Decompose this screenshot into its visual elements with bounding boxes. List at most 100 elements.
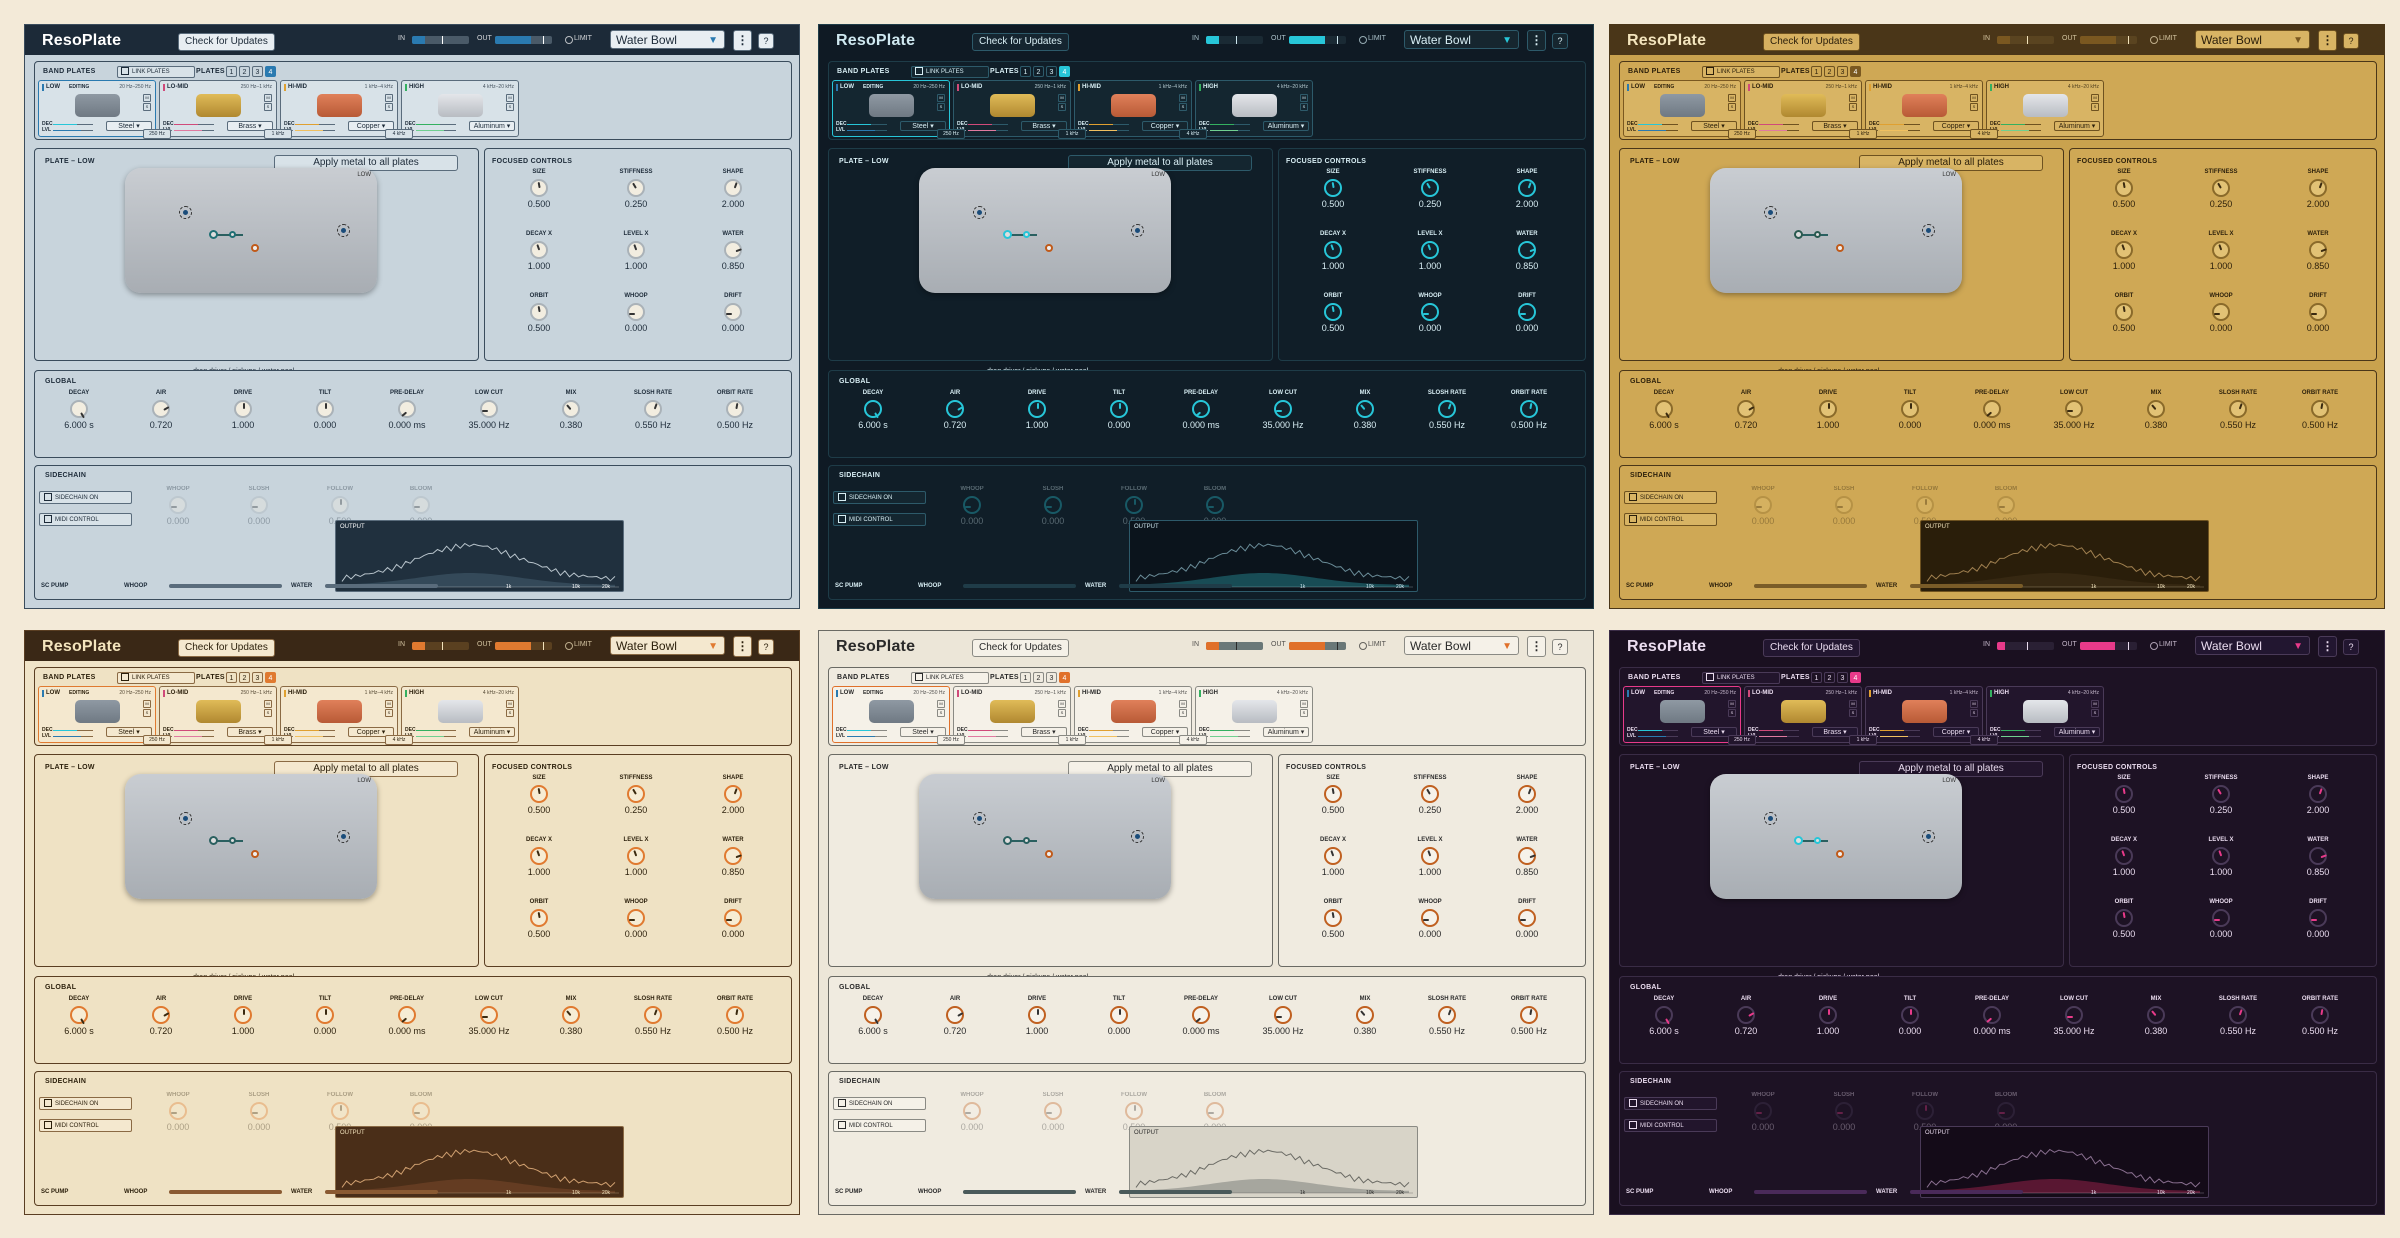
focused-knob-level-x[interactable]: LEVEL X 1.000 <box>2191 230 2251 272</box>
global-knob-orbit-rate[interactable]: ORBIT RATE 0.500 Hz <box>1499 995 1559 1037</box>
material-dropdown[interactable]: Aluminum ▾ <box>469 727 515 737</box>
level-slider[interactable] <box>53 130 93 131</box>
global-knob-tilt-dial[interactable] <box>316 1006 334 1024</box>
global-knob-decay-dial[interactable] <box>1655 1006 1673 1025</box>
material-dropdown[interactable]: Aluminum ▾ <box>1263 727 1309 737</box>
crossover-frequency[interactable]: 250 Hz <box>143 129 171 139</box>
driver-handle-secondary[interactable] <box>1023 231 1030 238</box>
sidechain-knob-whoop[interactable]: WHOOP 0.000 <box>942 1091 1002 1133</box>
solo-button[interactable]: S <box>143 103 151 111</box>
menu-button[interactable]: ⋮ <box>1527 636 1546 657</box>
global-knob-slosh-rate[interactable]: SLOSH RATE 0.550 Hz <box>1417 389 1477 431</box>
limit-indicator[interactable] <box>2150 36 2158 44</box>
link-plates-checkbox[interactable] <box>915 67 923 76</box>
global-knob-orbit-rate-dial[interactable] <box>1520 400 1538 418</box>
sidechain-knob-bloom-dial[interactable] <box>1997 1102 2015 1120</box>
water-pool-handle[interactable] <box>1836 244 1844 252</box>
mute-button[interactable]: M <box>143 94 151 102</box>
decay-slider[interactable] <box>1638 124 1678 125</box>
focused-knob-drift[interactable]: DRIFT 0.000 <box>2288 898 2348 940</box>
decay-slider[interactable] <box>847 124 887 125</box>
midi-control-toggle[interactable]: MIDI CONTROL <box>833 513 926 526</box>
left-pickup[interactable] <box>973 812 986 825</box>
sidechain-on-checkbox[interactable] <box>44 493 52 502</box>
sidechain-knob-slosh-dial[interactable] <box>250 1102 268 1120</box>
sidechain-knob-bloom-dial[interactable] <box>412 496 430 514</box>
global-knob-drive[interactable]: DRIVE 1.000 <box>1798 995 1858 1037</box>
focused-knob-level-x-dial[interactable] <box>627 847 645 865</box>
decay-slider[interactable] <box>1210 730 1250 731</box>
global-knob-tilt-dial[interactable] <box>316 400 334 418</box>
global-knob-pre-delay[interactable]: PRE-DELAY 0.000 ms <box>1171 389 1231 431</box>
crossover-frequency[interactable]: 4 kHz <box>385 129 413 139</box>
solo-button[interactable]: S <box>937 709 945 717</box>
decay-slider[interactable] <box>174 124 214 125</box>
decay-slider[interactable] <box>416 730 456 731</box>
focused-knob-whoop-dial[interactable] <box>2212 303 2230 321</box>
focused-knob-whoop-dial[interactable] <box>2212 909 2230 927</box>
focused-knob-water[interactable]: WATER 0.850 <box>1497 836 1557 878</box>
band-card-low[interactable]: LOW EDITING 20 Hz–250 Hz M S DEC LVL Steel ▾ <box>38 686 156 743</box>
plates-count-1[interactable]: 1 <box>1811 66 1822 77</box>
global-knob-mix[interactable]: MIX 0.380 <box>2126 995 2186 1037</box>
plate-canvas[interactable]: LOW <box>125 168 377 293</box>
band-card-hi-mid[interactable]: HI-MID1 kHz–4 kHzMSDECLVLCopper ▾ <box>1865 80 1983 137</box>
focused-knob-orbit-dial[interactable] <box>530 303 548 321</box>
mute-button[interactable]: M <box>2091 700 2099 708</box>
band-card-high[interactable]: HIGH4 kHz–20 kHzMSDECLVLAluminum ▾ <box>1986 80 2104 137</box>
global-knob-low-cut[interactable]: LOW CUT 35.000 Hz <box>1253 389 1313 431</box>
focused-knob-size-dial[interactable] <box>530 179 548 197</box>
level-slider[interactable] <box>2001 736 2041 737</box>
focused-knob-water-dial[interactable] <box>2309 241 2327 259</box>
focused-knob-whoop[interactable]: WHOOP 0.000 <box>2191 292 2251 334</box>
sidechain-on-toggle[interactable]: SIDECHAIN ON <box>1624 491 1717 504</box>
plate-canvas[interactable]: LOW <box>919 168 1171 293</box>
water-pool-handle[interactable] <box>251 244 259 252</box>
focused-knob-level-x[interactable]: LEVEL X 1.000 <box>606 230 666 272</box>
focused-knob-whoop-dial[interactable] <box>627 303 645 321</box>
focused-knob-decay-x-dial[interactable] <box>530 241 548 259</box>
focused-knob-water-dial[interactable] <box>1518 241 1536 259</box>
global-knob-air[interactable]: AIR 0.720 <box>1716 995 1776 1037</box>
focused-knob-decay-x[interactable]: DECAY X 1.000 <box>509 230 569 272</box>
menu-button[interactable]: ⋮ <box>1527 30 1546 51</box>
plates-count-2[interactable]: 2 <box>239 66 250 77</box>
crossover-frequency[interactable]: 250 Hz <box>1728 129 1756 139</box>
sidechain-on-checkbox[interactable] <box>838 493 846 502</box>
midi-control-toggle[interactable]: MIDI CONTROL <box>1624 1119 1717 1132</box>
global-knob-mix[interactable]: MIX 0.380 <box>1335 389 1395 431</box>
driver-handle[interactable] <box>1003 836 1012 845</box>
band-card-low[interactable]: LOW EDITING 20 Hz–250 Hz M S DEC LVL Steel ▾ <box>1623 80 1741 137</box>
focused-knob-whoop[interactable]: WHOOP 0.000 <box>2191 898 2251 940</box>
band-card-high[interactable]: HIGH4 kHz–20 kHzMSDECLVLAluminum ▾ <box>1195 80 1313 137</box>
focused-knob-shape[interactable]: SHAPE 2.000 <box>703 774 763 816</box>
sidechain-on-toggle[interactable]: SIDECHAIN ON <box>39 491 132 504</box>
focused-knob-size-dial[interactable] <box>530 785 548 803</box>
global-knob-orbit-rate-dial[interactable] <box>2311 400 2329 418</box>
level-slider[interactable] <box>1880 130 1920 131</box>
midi-control-toggle[interactable]: MIDI CONTROL <box>833 1119 926 1132</box>
global-knob-low-cut-dial[interactable] <box>2065 1006 2083 1024</box>
right-pickup[interactable] <box>1922 224 1935 237</box>
decay-slider[interactable] <box>2001 730 2041 731</box>
sidechain-knob-bloom-dial[interactable] <box>1206 1102 1224 1120</box>
global-knob-air[interactable]: AIR 0.720 <box>131 995 191 1037</box>
solo-button[interactable]: S <box>2091 103 2099 111</box>
global-knob-pre-delay-dial[interactable] <box>1192 400 1210 418</box>
focused-knob-level-x-dial[interactable] <box>2212 241 2230 259</box>
sidechain-knob-whoop-dial[interactable] <box>963 1102 981 1120</box>
band-card-hi-mid[interactable]: HI-MID1 kHz–4 kHzMSDECLVLCopper ▾ <box>1074 80 1192 137</box>
sidechain-knob-slosh-dial[interactable] <box>250 496 268 514</box>
focused-knob-drift-dial[interactable] <box>724 303 742 321</box>
sidechain-knob-slosh[interactable]: SLOSH 0.000 <box>1023 1091 1083 1133</box>
preset-dropdown[interactable]: Water Bowl ▼ <box>610 30 725 49</box>
global-knob-mix[interactable]: MIX 0.380 <box>1335 995 1395 1037</box>
global-knob-slosh-rate-dial[interactable] <box>644 400 662 418</box>
global-knob-pre-delay[interactable]: PRE-DELAY 0.000 ms <box>1962 995 2022 1037</box>
focused-knob-water[interactable]: WATER 0.850 <box>2288 836 2348 878</box>
focused-knob-size[interactable]: SIZE 0.500 <box>1303 168 1363 210</box>
mute-button[interactable]: M <box>1300 700 1308 708</box>
sidechain-knob-slosh[interactable]: SLOSH 0.000 <box>229 485 289 527</box>
driver-handle[interactable] <box>1794 836 1803 845</box>
material-dropdown[interactable]: Aluminum ▾ <box>2054 121 2100 131</box>
